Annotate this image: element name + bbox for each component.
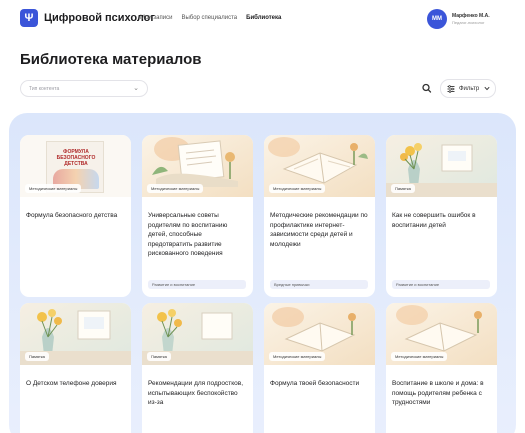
nav-item-library[interactable]: Библиотека (246, 15, 281, 21)
brand[interactable]: Ψ Цифровой психолог (20, 9, 155, 27)
card-title: Универсальные советы родителям по воспит… (148, 212, 228, 257)
nav-item-choose-specialist[interactable]: Выбор специалиста (181, 15, 237, 21)
chevron-down-icon (484, 86, 490, 91)
card-tag: Вредные привычки (270, 280, 368, 289)
filter-icon (447, 84, 455, 93)
card-badge: Памятка (391, 184, 415, 193)
card-image: Методические материалы (264, 135, 375, 197)
search-button[interactable] (420, 80, 434, 97)
user-name: Марфенко М.А. (452, 13, 490, 19)
card-title: Методические рекомендации по профилактик… (270, 212, 368, 248)
card-badge: Методические материалы (147, 184, 204, 193)
material-card[interactable]: Методические материалы Методические реко… (264, 135, 375, 297)
avatar[interactable]: ММ (427, 9, 447, 29)
material-card[interactable]: Методические материалы Воспитание в школ… (386, 303, 497, 433)
card-image: Методические материалы (264, 303, 375, 365)
material-card[interactable]: ФОРМУЛА БЕЗОПАСНОГО ДЕТСТВА Методические… (20, 135, 131, 297)
content-type-placeholder: Тип контента (29, 86, 60, 92)
material-card[interactable]: Методические материалы Универсальные сов… (142, 135, 253, 297)
content-type-select[interactable]: Тип контента ⌄ (20, 80, 148, 97)
card-badge: Методические материалы (391, 352, 448, 361)
card-tag: Развитие и воспитание (148, 280, 246, 289)
card-title: Рекомендации для подростков, испытывающи… (148, 380, 244, 406)
card-badge: Методические материалы (269, 352, 326, 361)
card-title: Формула твоей безопасности (270, 380, 360, 387)
card-image: Памятка (20, 303, 131, 365)
nav-item-my-appointments[interactable]: Мои записи (140, 15, 172, 21)
search-icon (422, 83, 432, 93)
card-badge: Памятка (25, 352, 49, 361)
card-image: ФОРМУЛА БЕЗОПАСНОГО ДЕТСТВА Методические… (20, 135, 131, 197)
card-badge: Методические материалы (25, 184, 82, 193)
brand-logo-icon: Ψ (20, 9, 38, 27)
main-nav: Мои записи Выбор специалиста Библиотека (140, 15, 281, 21)
material-card[interactable]: Методические материалы Формула твоей без… (264, 303, 375, 433)
card-image: Методические материалы (386, 303, 497, 365)
material-card[interactable]: Памятка Как не совершить ошибок в воспит… (386, 135, 497, 297)
top-header: Ψ Цифровой психолог Мои записи Выбор спе… (0, 0, 525, 38)
page-title: Библиотека материалов (20, 51, 202, 68)
card-badge: Методические материалы (269, 184, 326, 193)
card-title: О Детском телефоне доверия (26, 380, 117, 387)
user-menu[interactable]: ММ Марфенко М.А. Педагог-психолог (427, 9, 507, 29)
card-title: Формула безопасного детства (26, 212, 118, 219)
card-badge: Памятка (147, 352, 171, 361)
material-card[interactable]: Памятка О Детском телефоне доверия (20, 303, 131, 433)
user-info: Марфенко М.А. Педагог-психолог (452, 13, 507, 25)
card-title: Воспитание в школе и дома: в помощь роди… (392, 380, 484, 406)
material-card[interactable]: Памятка Рекомендации для подростков, исп… (142, 303, 253, 433)
filter-button[interactable]: Фильтр (440, 79, 496, 98)
card-title: Как не совершить ошибок в воспитании дет… (392, 212, 476, 229)
chevron-down-icon: ⌄ (133, 85, 139, 92)
user-role: Педагог-психолог (452, 20, 485, 25)
card-image: Методические материалы (142, 135, 253, 197)
app-name: Цифровой психолог (44, 12, 155, 24)
filter-label: Фильтр (459, 85, 480, 92)
card-tag: Развитие и воспитание (392, 280, 490, 289)
card-image: Памятка (386, 135, 497, 197)
book-cover-title: ФОРМУЛА БЕЗОПАСНОГО ДЕТСТВА (56, 149, 96, 167)
card-image: Памятка (142, 303, 253, 365)
